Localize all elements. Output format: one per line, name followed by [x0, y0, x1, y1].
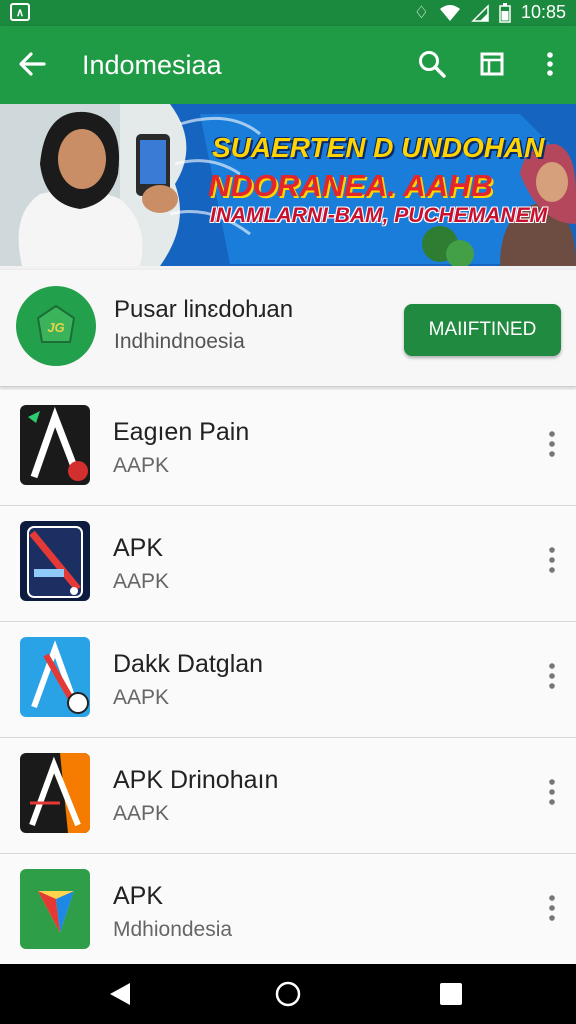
list-item[interactable]: Dakk Datglan AAPK	[0, 622, 576, 738]
featured-app-subtitle: Indhindnoesia	[114, 330, 245, 353]
home-icon[interactable]	[274, 980, 302, 1008]
app-subtitle: AAPK	[113, 802, 170, 825]
app-subtitle: AAPK	[113, 686, 170, 709]
recents-icon[interactable]	[437, 980, 465, 1008]
app-title: APK Drinohaın	[113, 766, 279, 794]
search-icon[interactable]	[414, 46, 450, 82]
apk-orange-a-icon	[20, 753, 90, 833]
system-nav-bar	[0, 964, 576, 1024]
apk-phone-icon	[20, 521, 90, 601]
signal-icon	[471, 3, 489, 22]
more-options-icon[interactable]	[538, 542, 566, 578]
app-subtitle: AAPK	[113, 570, 170, 593]
more-options-icon[interactable]	[538, 658, 566, 694]
app-subtitle: Mdhiondesia	[113, 918, 233, 941]
alarm-icon: ♢	[413, 2, 429, 22]
featured-app-card[interactable]: JG Pusar linɛdohɹan Indhindnoesia MAIIFT…	[0, 270, 576, 387]
list-item[interactable]: APK AAPK	[0, 506, 576, 622]
banner-headline-1: SUAERTEN D UNDOHAN	[212, 132, 545, 163]
library-icon[interactable]	[474, 46, 510, 82]
featured-action-button[interactable]: MAIIFTINED	[404, 304, 561, 356]
banner-headline-3: INAMLARNI-BAM, PUCHEMANEM	[210, 204, 548, 227]
apk-play-icon	[20, 869, 90, 949]
app-title: Dakk Datglan	[113, 650, 264, 678]
back-arrow-icon[interactable]	[14, 46, 50, 82]
app-subtitle: AAPK	[113, 454, 170, 477]
featured-icon-text: JG	[47, 320, 64, 335]
banner-headline-2: NDORANEA. AAHB	[208, 168, 493, 203]
wifi-icon	[439, 4, 460, 21]
app-title: APK	[113, 534, 164, 562]
list-item[interactable]: APK Drinohaın AAPK	[0, 738, 576, 854]
clock: 10:85	[520, 2, 566, 22]
battery-icon	[499, 2, 511, 23]
app-list: Eagıen Pain AAPK APK AAPK Dakk Datglan A…	[0, 390, 576, 964]
apk-blue-a-icon	[20, 637, 90, 717]
featured-app-title: Pusar linɛdohɹan	[114, 296, 294, 323]
featured-app-icon: JG	[16, 286, 96, 366]
list-item[interactable]: Eagıen Pain AAPK	[0, 390, 576, 506]
more-options-icon[interactable]	[538, 774, 566, 810]
more-options-icon[interactable]	[538, 890, 566, 926]
app-bar: Indomesiaa	[0, 26, 576, 104]
notification-app-icon: ∧	[10, 3, 30, 21]
status-bar: ∧ ♢ 10:85	[0, 0, 576, 26]
more-options-icon[interactable]	[538, 426, 566, 462]
promo-banner[interactable]: SUAERTEN D UNDOHAN NDORANEA. AAHB INAMLA…	[0, 104, 576, 266]
page-title: Indomesiaa	[82, 50, 222, 80]
more-options-icon[interactable]	[532, 46, 568, 82]
back-icon[interactable]	[106, 980, 134, 1008]
apk-a-icon	[20, 405, 90, 485]
app-title: APK	[113, 882, 164, 910]
list-item[interactable]: APK Mdhiondesia	[0, 854, 576, 969]
app-title: Eagıen Pain	[113, 418, 250, 446]
